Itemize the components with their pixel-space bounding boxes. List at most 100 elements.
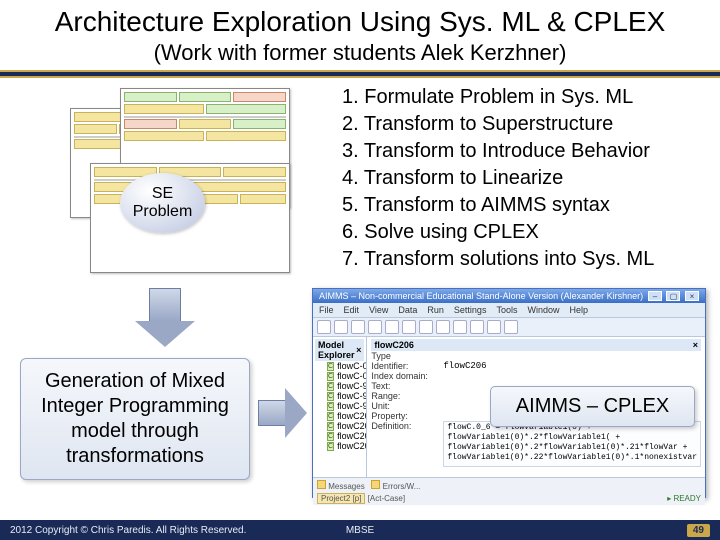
aimms-statusbar: Messages Errors/W... Project2 [p] [Act-C… xyxy=(313,477,705,505)
step-7: 7. Transform solutions into Sys. ML xyxy=(342,246,702,273)
toolbar-button[interactable] xyxy=(402,320,416,334)
aimms-titlebar: AIMMS – Non-commercial Educational Stand… xyxy=(313,289,705,303)
tree-item[interactable]: CflowC-95(s) xyxy=(315,391,364,401)
steps-list: 1. Formulate Problem in Sys. ML 2. Trans… xyxy=(342,84,702,273)
toolbar-button[interactable] xyxy=(368,320,382,334)
minimize-icon[interactable]: – xyxy=(648,291,662,301)
step-5: 5. Transform to AIMMS syntax xyxy=(342,192,702,219)
menu-window[interactable]: Window xyxy=(527,305,559,315)
toolbar-button[interactable] xyxy=(419,320,433,334)
tree-item-label: flowC-03(s) xyxy=(337,361,367,371)
maximize-icon[interactable]: ▢ xyxy=(666,291,680,301)
tree-item-label: flowC204(s) xyxy=(337,431,367,441)
toolbar-button[interactable] xyxy=(453,320,467,334)
prop-unit-label: Unit: xyxy=(371,401,435,411)
tree-item-label: flowC203(s) xyxy=(337,421,367,431)
prop-range-label: Range: xyxy=(371,391,435,401)
toolbar-button[interactable] xyxy=(504,320,518,334)
status-ready: ▸ READY xyxy=(667,494,701,503)
errors-tab[interactable]: Errors/W... xyxy=(383,482,421,491)
se-line1: SE xyxy=(152,185,173,202)
tree-item-label: flowC200(s) xyxy=(337,411,367,421)
step-3: 3. Transform to Introduce Behavior xyxy=(342,138,702,165)
warning-icon xyxy=(317,480,326,489)
prop-definition-label: Definition: xyxy=(371,421,435,431)
slide-footer: 2012 Copyright © Chris Paredis. All Righ… xyxy=(0,520,720,540)
menu-view[interactable]: View xyxy=(369,305,388,315)
aimms-cplex-label: AIMMS – CPLEX xyxy=(490,386,695,427)
prop-definition-value[interactable]: flowC.0_6 = flowVariable1(0) + flowVaria… xyxy=(443,421,701,467)
aimms-toolbar xyxy=(313,318,705,337)
prop-type-label: Type xyxy=(371,351,435,361)
menu-file[interactable]: File xyxy=(319,305,334,315)
tree-item[interactable]: CflowC203(s) xyxy=(315,421,364,431)
constraint-icon: C xyxy=(327,402,334,411)
toolbar-button[interactable] xyxy=(317,320,331,334)
prop-indexdomain-label: Index domain: xyxy=(371,371,435,381)
tree-item-label: flowC-93(s) xyxy=(337,381,367,391)
sysml-diagram-stack: SE Problem xyxy=(60,88,310,278)
constraint-icon: C xyxy=(327,442,334,451)
tree-item-label: flowC-05(s) xyxy=(337,371,367,381)
prop-text-label: Text: xyxy=(371,381,435,391)
tree-header-label: Model Explorer xyxy=(318,340,356,360)
toolbar-button[interactable] xyxy=(351,320,365,334)
title-rule xyxy=(0,70,720,78)
constraint-icon: C xyxy=(327,382,334,391)
status-ready-text: READY xyxy=(673,494,701,503)
tree-item[interactable]: CflowC-93(s) xyxy=(315,381,364,391)
step-1: 1. Formulate Problem in Sys. ML xyxy=(342,84,702,111)
tree-item[interactable]: CflowC204(s) xyxy=(315,431,364,441)
close-icon[interactable]: × xyxy=(685,291,699,301)
props-header-label: flowC206 xyxy=(374,340,414,350)
messages-tab[interactable]: Messages xyxy=(328,482,364,491)
toolbar-button[interactable] xyxy=(334,320,348,334)
constraint-icon: C xyxy=(327,372,334,381)
model-explorer-tree: Model Explorer × CflowC-03(s) CflowC-05(… xyxy=(313,337,367,477)
menu-run[interactable]: Run xyxy=(427,305,444,315)
props-header: flowC206 × xyxy=(371,339,701,351)
se-problem-bubble: SE Problem xyxy=(120,173,205,233)
tree-header: Model Explorer × xyxy=(315,339,364,361)
footer-copyright: 2012 Copyright © Chris Paredis. All Righ… xyxy=(10,525,246,536)
menu-help[interactable]: Help xyxy=(569,305,588,315)
step-2: 2. Transform to Superstructure xyxy=(342,111,702,138)
toolbar-button[interactable] xyxy=(487,320,501,334)
close-panel-icon[interactable]: × xyxy=(693,340,698,350)
prop-property-label: Property: xyxy=(371,411,435,421)
slide-title: Architecture Exploration Using Sys. ML &… xyxy=(0,0,720,38)
tree-item[interactable]: CflowC-99(s) xyxy=(315,401,364,411)
menu-settings[interactable]: Settings xyxy=(454,305,487,315)
menu-edit[interactable]: Edit xyxy=(344,305,360,315)
toolbar-button[interactable] xyxy=(470,320,484,334)
constraint-icon: C xyxy=(327,412,334,421)
aimms-menubar: File Edit View Data Run Settings Tools W… xyxy=(313,303,705,318)
constraint-icon: C xyxy=(327,432,334,441)
prop-identifier-label: Identifier: xyxy=(371,361,435,371)
tree-item[interactable]: CflowC-03(s) xyxy=(315,361,364,371)
se-line2: Problem xyxy=(133,203,193,220)
warning-icon xyxy=(371,480,380,489)
tree-item[interactable]: CflowC205(s) xyxy=(315,441,364,451)
toolbar-button[interactable] xyxy=(436,320,450,334)
toolbar-button[interactable] xyxy=(385,320,399,334)
tree-item-label: flowC205(s) xyxy=(337,441,367,451)
project-tab[interactable]: Project2 [p] xyxy=(317,493,365,504)
constraint-icon: C xyxy=(327,392,334,401)
step-6: 6. Solve using CPLEX xyxy=(342,219,702,246)
generation-box: Generation of Mixed Integer Programming … xyxy=(20,358,250,480)
tree-item-label: flowC-95(s) xyxy=(337,391,367,401)
active-case-tab[interactable]: [Act-Case] xyxy=(368,494,405,503)
down-arrow-icon xyxy=(135,288,195,348)
slide-subtitle: (Work with former students Alek Kerzhner… xyxy=(0,38,720,70)
tree-item[interactable]: CflowC-05(s) xyxy=(315,371,364,381)
menu-data[interactable]: Data xyxy=(398,305,417,315)
right-arrow-icon xyxy=(258,388,308,438)
tree-item[interactable]: CflowC200(s) xyxy=(315,411,364,421)
aimms-window-title: AIMMS – Non-commercial Educational Stand… xyxy=(319,291,643,301)
constraint-icon: C xyxy=(327,362,334,371)
footer-center: MBSE xyxy=(346,525,374,536)
menu-tools[interactable]: Tools xyxy=(496,305,517,315)
close-panel-icon[interactable]: × xyxy=(356,345,361,355)
step-4: 4. Transform to Linearize xyxy=(342,165,702,192)
